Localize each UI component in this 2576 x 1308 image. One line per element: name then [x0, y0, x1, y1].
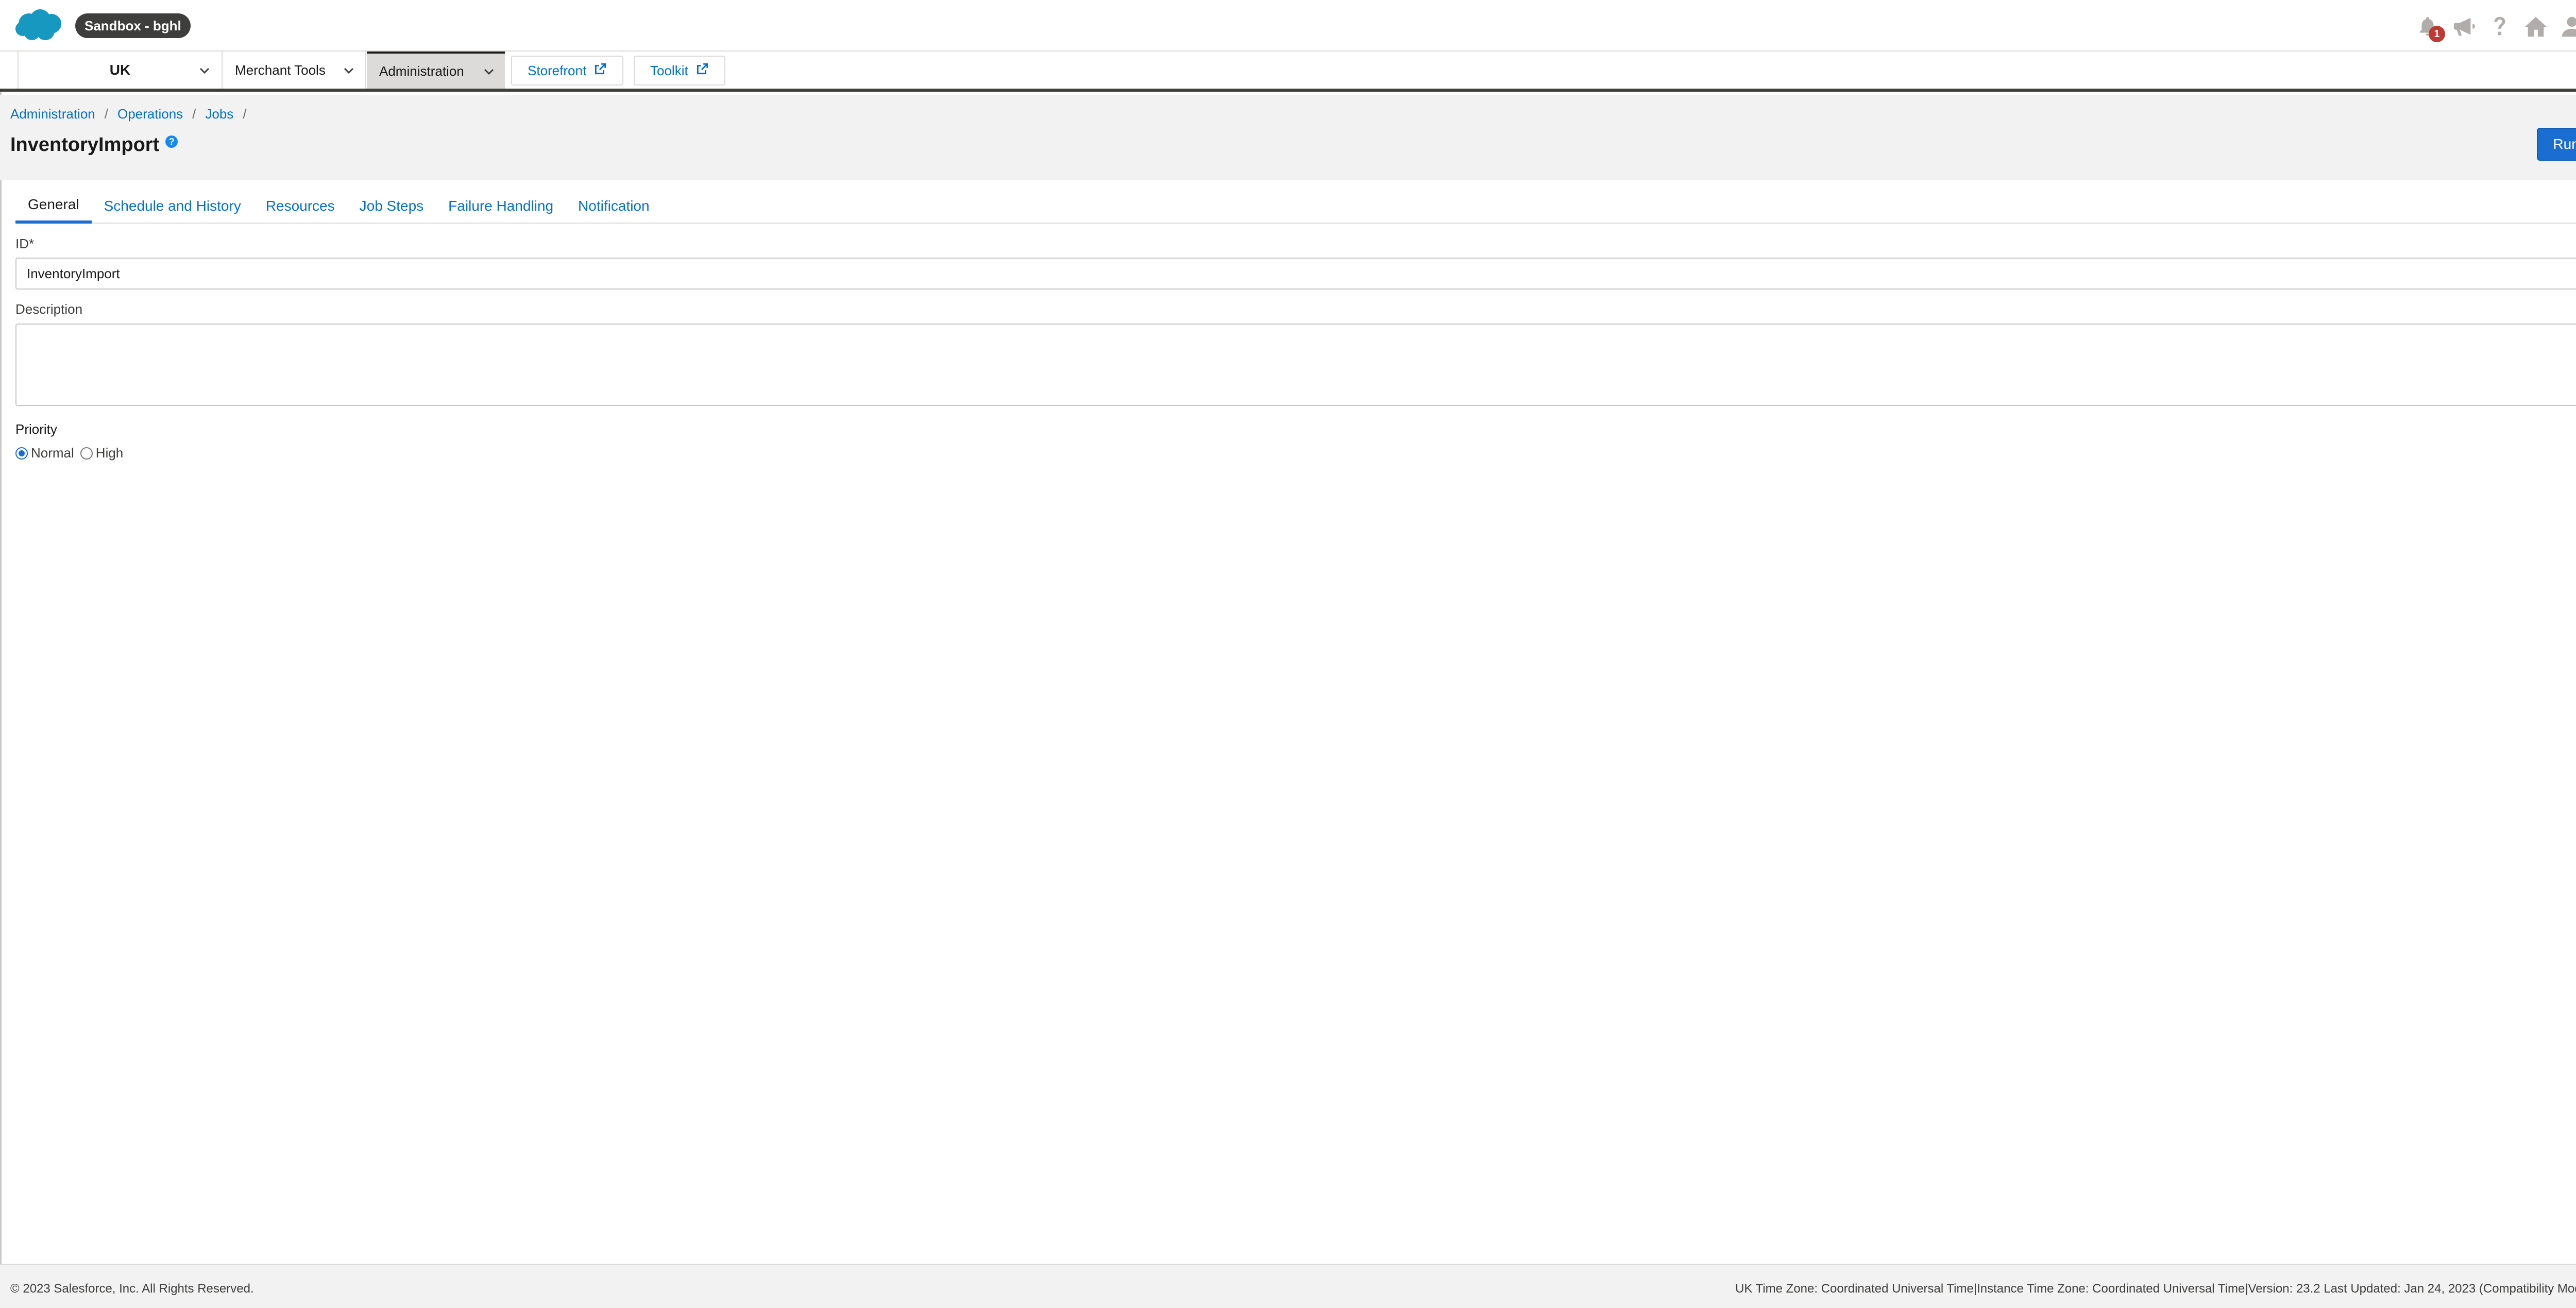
chevron-down-icon	[197, 63, 212, 78]
priority-high-label: High	[95, 445, 124, 461]
page-footer: © 2023 Salesforce, Inc. All Rights Reser…	[0, 1264, 2576, 1308]
page-title: InventoryImport	[10, 134, 160, 156]
salesforce-cloud-logo[interactable]	[13, 7, 65, 43]
page-help-icon[interactable]: ?	[165, 135, 178, 148]
breadcrumb-separator: /	[192, 106, 196, 122]
id-label: ID*	[15, 236, 35, 251]
breadcrumb-separator: /	[104, 106, 108, 122]
site-selector[interactable]: UK	[18, 52, 223, 89]
priority-label: Priority	[15, 421, 57, 437]
sandbox-badge: Sandbox - bghl	[75, 13, 191, 38]
header-icons: 1	[2415, 12, 2576, 42]
breadcrumb-separator: /	[243, 106, 247, 122]
tab-notification[interactable]: Notification	[566, 189, 662, 224]
priority-normal-label: Normal	[31, 445, 74, 461]
chevron-down-icon	[341, 63, 357, 78]
run-now-button[interactable]: Run Now	[2537, 128, 2576, 161]
external-link-icon	[696, 62, 709, 79]
priority-radio-group: Normal High	[15, 445, 129, 461]
storefront-label: Storefront	[528, 62, 587, 78]
footer-version-info: UK Time Zone: Coordinated Universal Time…	[1735, 1282, 2576, 1296]
priority-high-option[interactable]: High	[80, 445, 123, 461]
chevron-down-icon	[481, 64, 497, 79]
megaphone-icon[interactable]	[2451, 14, 2476, 39]
priority-high-radio[interactable]	[80, 447, 93, 460]
page-header: Administration / Operations / Jobs / Inv…	[0, 95, 2576, 180]
priority-normal-option[interactable]: Normal	[15, 445, 74, 461]
priority-normal-radio[interactable]	[15, 447, 28, 460]
user-icon[interactable]	[2560, 14, 2576, 39]
tab-resources[interactable]: Resources	[253, 189, 347, 224]
title-row: InventoryImport ?	[10, 134, 178, 156]
breadcrumb-operations[interactable]: Operations	[117, 106, 183, 122]
description-label: Description	[15, 301, 83, 317]
breadcrumb-jobs[interactable]: Jobs	[205, 106, 233, 122]
job-tabs: General Schedule and History Resources J…	[15, 189, 2576, 224]
tab-schedule-and-history[interactable]: Schedule and History	[92, 189, 253, 224]
tab-failure-handling[interactable]: Failure Handling	[436, 189, 566, 224]
toolkit-label: Toolkit	[650, 62, 688, 78]
toolkit-link[interactable]: Toolkit	[634, 56, 725, 86]
tab-job-steps[interactable]: Job Steps	[347, 189, 436, 224]
global-header: Sandbox - bghl 1	[0, 0, 2576, 52]
home-icon[interactable]	[2523, 14, 2548, 39]
app-nav-bar: UK Merchant Tools Administration Storefr…	[0, 52, 2576, 92]
administration-menu[interactable]: Administration	[367, 52, 505, 89]
storefront-link[interactable]: Storefront	[511, 56, 624, 86]
bell-icon[interactable]: 1	[2415, 14, 2445, 42]
breadcrumb-administration[interactable]: Administration	[10, 106, 95, 122]
site-selector-label: UK	[109, 62, 131, 78]
notification-count-badge: 1	[2429, 26, 2445, 42]
merchant-tools-menu[interactable]: Merchant Tools	[223, 52, 366, 89]
administration-label: Administration	[379, 63, 464, 79]
description-field[interactable]	[15, 324, 2576, 406]
breadcrumb: Administration / Operations / Jobs /	[10, 106, 247, 122]
merchant-tools-label: Merchant Tools	[235, 62, 326, 78]
copyright-text: © 2023 Salesforce, Inc. All Rights Reser…	[10, 1282, 254, 1296]
tab-general[interactable]: General	[15, 189, 92, 224]
id-field[interactable]	[15, 258, 2576, 290]
external-link-icon	[594, 62, 607, 79]
help-icon[interactable]	[2487, 14, 2512, 39]
